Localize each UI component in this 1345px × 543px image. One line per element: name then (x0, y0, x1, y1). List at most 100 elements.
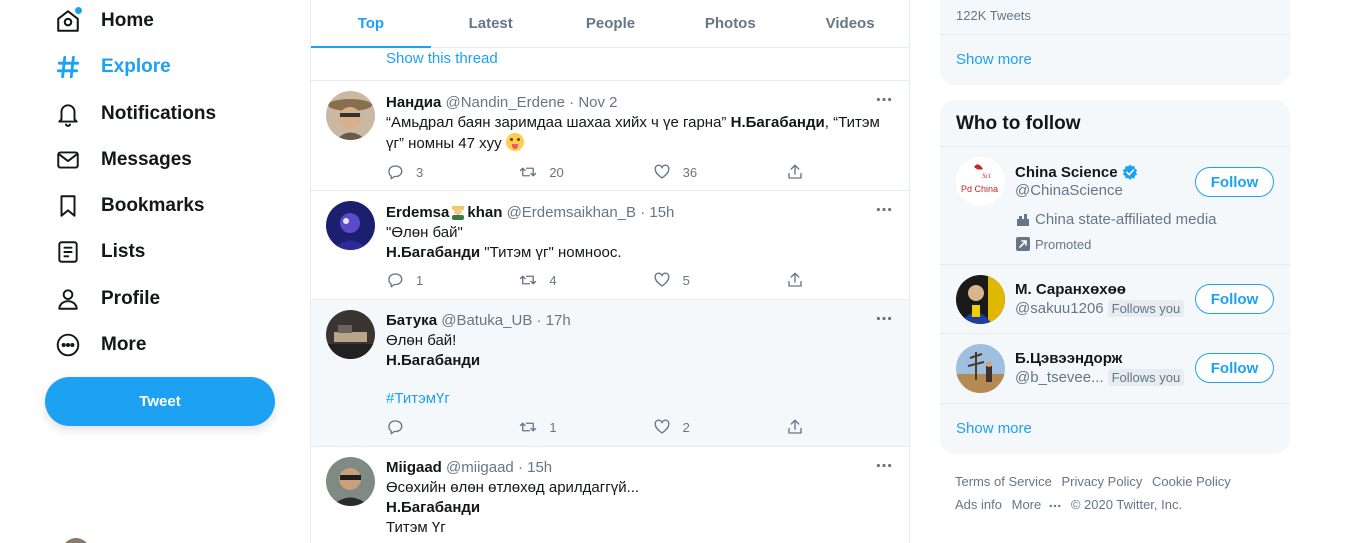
like-button[interactable]: 36 (653, 163, 786, 181)
retweet-count: 1 (549, 419, 557, 435)
tweet-actions: 3 20 36 (386, 163, 816, 181)
reply-button[interactable] (386, 418, 519, 436)
author-name[interactable]: Нандиа (386, 94, 441, 111)
suggested-user-handle: @b_tsevee... Follows you (1015, 369, 1185, 386)
tab-people[interactable]: People (551, 0, 671, 47)
retweet-button[interactable]: 4 (519, 271, 652, 289)
account-avatar[interactable] (62, 538, 90, 543)
avatar[interactable] (326, 457, 375, 506)
tab-videos[interactable]: Videos (790, 0, 909, 47)
suggested-user-name[interactable]: М. Саранхөхөө (1015, 281, 1126, 298)
suggested-user[interactable]: Sci Pd China China Science @ChinaScience… (940, 147, 1290, 264)
tweet-time[interactable]: Nov 2 (578, 94, 617, 111)
follow-button[interactable]: Follow (1195, 284, 1274, 314)
footer-more-link[interactable]: More (1012, 497, 1062, 512)
tab-top[interactable]: Top (311, 0, 431, 48)
reply-count: 3 (416, 164, 424, 180)
tweet-time[interactable]: 15h (527, 459, 552, 476)
tweet[interactable]: Miigaad @miigaad · 15h Өсөхийн өлөн өтлө… (311, 447, 909, 543)
share-button[interactable] (786, 271, 816, 289)
author-name[interactable]: Miigaad (386, 459, 442, 476)
avatar[interactable]: Sci Pd China (956, 157, 1005, 206)
tweet-time[interactable]: 15h (649, 204, 674, 221)
tab-latest[interactable]: Latest (431, 0, 551, 47)
author-name-part: khan (467, 204, 503, 221)
trend-tweet-count: 122K Tweets (956, 8, 1031, 23)
avatar[interactable] (326, 201, 375, 250)
reply-button[interactable]: 3 (386, 163, 519, 181)
tweet-header: Erdemsa khan @Erdemsaikhan_B · 15h (386, 202, 896, 223)
envelope-icon (53, 145, 83, 175)
state-media-label: China state-affiliated media (1015, 211, 1217, 228)
nav-messages-label: Messages (101, 149, 192, 170)
bell-icon (53, 99, 83, 129)
retweet-button[interactable]: 20 (519, 163, 652, 181)
retweet-icon (520, 275, 537, 285)
suggested-user-name[interactable]: China Science (1015, 163, 1139, 181)
privacy-link[interactable]: Privacy Policy (1061, 474, 1142, 489)
hashtag-icon (53, 52, 83, 82)
author-handle[interactable]: @Nandin_Erdene (446, 94, 565, 111)
avatar[interactable] (956, 344, 1005, 393)
promoted-icon (1016, 237, 1030, 251)
nav-explore[interactable]: Explore (53, 47, 171, 87)
nav-bookmarks[interactable]: Bookmarks (53, 186, 205, 226)
tweet[interactable]: Нандиа @Nandin_Erdene · Nov 2 “Амьдрал б… (311, 81, 909, 191)
suggested-user[interactable]: Б.Цэвээндорж @b_tsevee... Follows you Fo… (940, 334, 1290, 404)
like-button[interactable]: 5 (653, 271, 786, 289)
footer-more-label: More (1011, 497, 1042, 512)
tweet[interactable]: Батука @Batuka_UB · 17h Өлөн бай! Н.Бага… (311, 300, 909, 447)
suggested-user-name[interactable]: Б.Цэвээндорж (1015, 350, 1122, 367)
nav-more[interactable]: More (53, 325, 146, 365)
terms-link[interactable]: Terms of Service (955, 474, 1052, 489)
tweet-body: Нандиа @Nandin_Erdene · Nov 2 “Амьдрал б… (386, 93, 896, 154)
nav-home[interactable]: Home (53, 1, 154, 41)
person-icon (53, 284, 83, 314)
cookie-link[interactable]: Cookie Policy (1152, 474, 1231, 489)
share-button[interactable] (786, 163, 816, 181)
hashtag-link[interactable]: #ТитэмҮг (386, 390, 450, 407)
nav-lists[interactable]: Lists (53, 232, 145, 272)
user-handle: @b_tsevee... (1015, 369, 1104, 386)
tweet-text-bold: Н.Багабанди (386, 352, 481, 369)
tweet[interactable]: Erdemsa khan @Erdemsaikhan_B · 15h "Өлөн … (311, 191, 909, 300)
follow-button[interactable]: Follow (1195, 167, 1274, 197)
suggested-user[interactable]: М. Саранхөхөө @sakuu1206 Follows you Fol… (940, 265, 1290, 333)
nav-profile[interactable]: Profile (53, 279, 160, 319)
user-name: China Science (1015, 163, 1118, 181)
avatar[interactable] (326, 310, 375, 359)
retweet-count: 4 (549, 272, 557, 288)
like-button[interactable]: 2 (653, 418, 786, 436)
tweet-header: Нандиа @Nandin_Erdene · Nov 2 (386, 93, 896, 113)
copyright-text: © 2020 Twitter, Inc. (1070, 497, 1183, 512)
tweet-button[interactable]: Tweet (45, 377, 275, 426)
author-handle[interactable]: @Batuka_UB (441, 312, 532, 329)
reply-button[interactable]: 1 (386, 271, 519, 289)
ads-info-link[interactable]: Ads info (955, 497, 1002, 512)
tweet-header: Miigaad @miigaad · 15h (386, 458, 896, 478)
trends-show-more-link[interactable]: Show more (956, 51, 1032, 68)
separator-dot: · (536, 312, 542, 329)
promoted-text: Promoted (1035, 236, 1092, 252)
author-handle[interactable]: @miigaad (446, 459, 514, 476)
suggested-user-handle: @ChinaScience (1015, 182, 1123, 199)
avatar[interactable] (326, 91, 375, 140)
tweet-time[interactable]: 17h (546, 312, 571, 329)
winking-tongue-emoji-icon (505, 133, 524, 151)
who-to-follow-show-more-link[interactable]: Show more (956, 420, 1032, 437)
author-handle[interactable]: @Erdemsaikhan_B (507, 204, 636, 221)
author-name[interactable]: Erdemsa khan (386, 204, 502, 221)
follow-button[interactable]: Follow (1195, 353, 1274, 383)
tweet-text-part: "Титэм үг" номноос. (480, 244, 622, 261)
show-thread-link[interactable]: Show this thread (386, 50, 498, 67)
share-button[interactable] (786, 418, 816, 436)
nav-messages[interactable]: Messages (53, 140, 192, 180)
nav-notifications[interactable]: Notifications (53, 94, 216, 134)
tab-photos[interactable]: Photos (670, 0, 790, 47)
share-icon (788, 419, 802, 434)
retweet-button[interactable]: 1 (519, 418, 652, 436)
nav-home-label: Home (101, 10, 154, 31)
retweet-count: 20 (549, 164, 564, 180)
author-name[interactable]: Батука (386, 312, 437, 329)
avatar[interactable] (956, 275, 1005, 324)
